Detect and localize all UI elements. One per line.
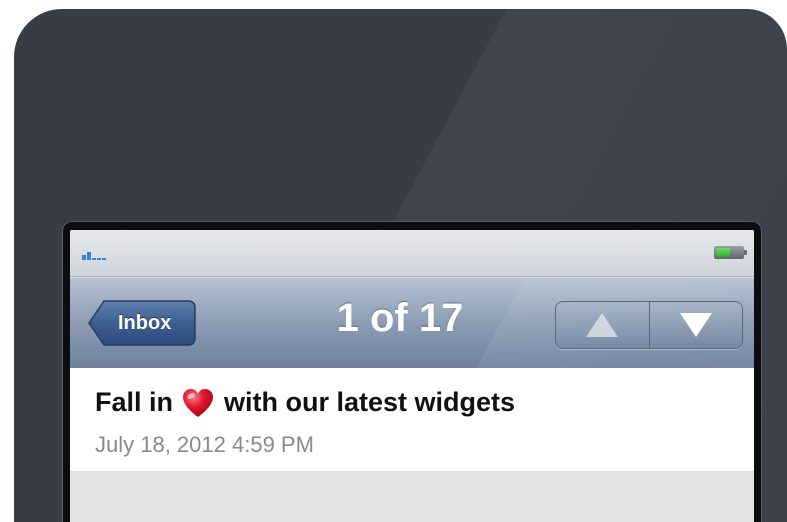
navigation-bar: Inbox 1 of 17 <box>70 277 754 369</box>
back-button-label: Inbox <box>118 312 172 334</box>
message-position-title: 1 of 17 <box>336 296 464 340</box>
previous-message-button[interactable] <box>556 302 649 348</box>
battery-icon <box>714 246 747 259</box>
arrow-up-icon <box>586 313 619 337</box>
battery-level <box>716 248 731 257</box>
message-subject: Fall in with our latest widgets <box>95 387 515 418</box>
subject-text-end: with our latest widgets <box>224 387 516 417</box>
signal-bars-icon <box>82 252 106 260</box>
inbox-back-button[interactable]: Inbox <box>88 300 196 346</box>
message-navigation-control <box>555 301 743 349</box>
device-frame: Inbox 1 of 17 Fall in with our latest wi… <box>14 9 787 522</box>
arrow-down-icon <box>679 313 712 337</box>
next-message-button[interactable] <box>648 302 743 348</box>
message-date: July 18, 2012 4:59 PM <box>95 432 314 457</box>
subject-text-start: Fall in <box>95 387 174 417</box>
message-body <box>70 472 754 522</box>
heart-icon <box>183 388 214 417</box>
message-header: Fall in with our latest widgets July 18,… <box>70 368 754 472</box>
screen-bezel: Inbox 1 of 17 Fall in with our latest wi… <box>63 222 761 522</box>
status-bar <box>70 230 754 277</box>
phone-screen: Inbox 1 of 17 Fall in with our latest wi… <box>70 230 754 522</box>
battery-tip <box>744 250 747 255</box>
